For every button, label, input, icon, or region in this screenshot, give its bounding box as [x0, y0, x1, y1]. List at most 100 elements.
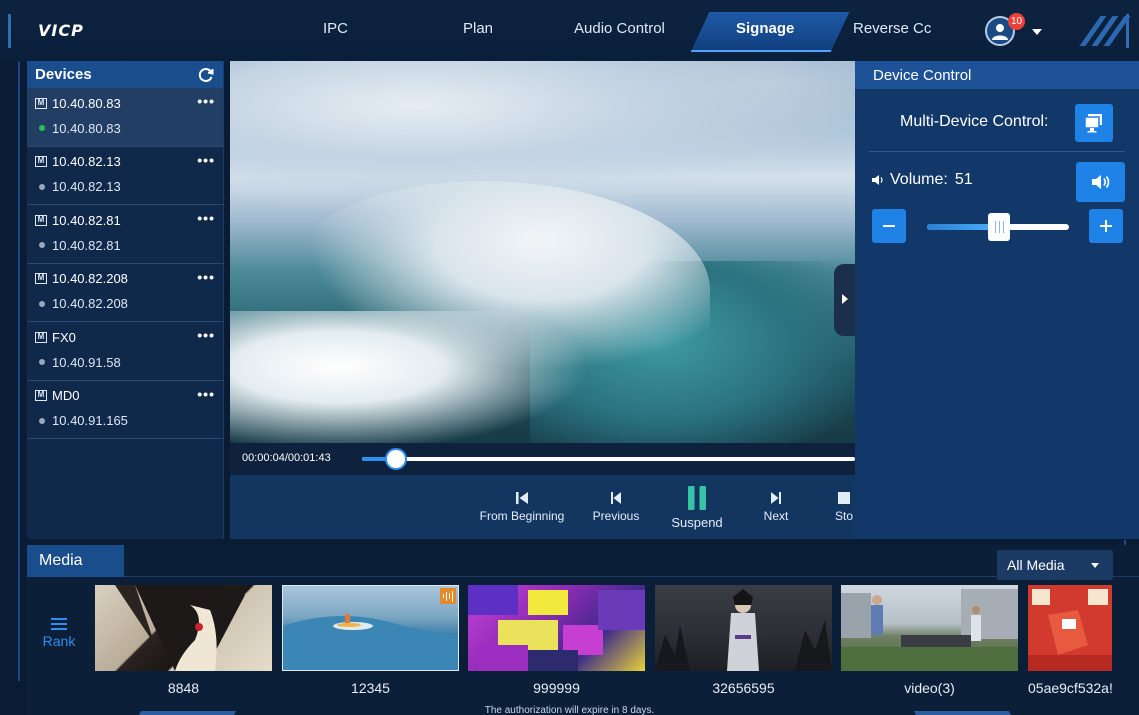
- audio-tag-icon: [440, 588, 456, 604]
- device-item[interactable]: M MD0 ••• 10.40.91.165: [27, 381, 223, 439]
- authorization-notice: The authorization will expire in 8 days.: [484, 705, 655, 715]
- devices-header: Devices: [27, 61, 223, 88]
- rank-button[interactable]: Rank: [39, 615, 79, 649]
- volume-value: 51: [954, 171, 973, 188]
- frame-edge-left: [18, 61, 20, 681]
- volume-label: Volume: 51: [871, 171, 973, 189]
- media-thumbnail-label: 8848: [167, 680, 200, 696]
- device-monitor-icon: M: [35, 156, 47, 167]
- stop-icon: [838, 492, 850, 504]
- device-item[interactable]: M 10.40.82.81 ••• 10.40.82.81: [27, 205, 223, 264]
- media-thumbnail-image: [841, 589, 1018, 671]
- more-options-icon[interactable]: •••: [197, 386, 215, 402]
- notification-badge: 10: [1008, 13, 1026, 30]
- devices-panel: Devices M 10.40.80.83 ••• 10.40.80.83 M 10…: [27, 61, 224, 539]
- next-button[interactable]: Next: [751, 475, 801, 523]
- device-item[interactable]: M 10.40.82.13 ••• 10.40.82.13: [27, 147, 223, 205]
- playback-time: 00:00:04/00:01:43: [242, 452, 331, 464]
- media-thumbnail-label: 05ae9cf532a!: [1028, 680, 1112, 696]
- device-monitor-icon: M: [35, 273, 47, 284]
- nav-tab-reverse-control[interactable]: Reverse Cc: [853, 20, 931, 37]
- media-thumbnail-label: video(3): [904, 680, 955, 696]
- topbar-edge-left: [8, 14, 11, 48]
- device-monitor-icon: M: [35, 331, 47, 343]
- device-name: 10.40.82.208: [52, 271, 128, 286]
- media-thumbnail-image: [1028, 585, 1112, 671]
- device-ip: 10.40.82.81: [52, 237, 121, 253]
- multi-device-button[interactable]: [1075, 104, 1113, 142]
- progress-track[interactable]: [362, 457, 855, 461]
- device-control-title: Device Control: [855, 61, 1139, 89]
- from-beginning-button[interactable]: From Beginning: [473, 475, 571, 523]
- media-thumbnail-label: 32656595: [712, 680, 775, 696]
- media-thumbnail-image: [283, 614, 458, 670]
- menu-icon: [39, 618, 79, 630]
- refresh-icon[interactable]: [197, 66, 215, 84]
- video-preview[interactable]: [230, 61, 855, 443]
- devices-title: Devices: [35, 66, 92, 83]
- device-name: 10.40.82.81: [52, 212, 121, 228]
- status-dot-offline: [39, 183, 45, 190]
- device-ip: 10.40.91.165: [52, 413, 128, 428]
- more-options-icon[interactable]: •••: [197, 269, 215, 285]
- multi-device-label: Multi-Device Control:: [900, 113, 1049, 130]
- device-item[interactable]: M 10.40.80.83 ••• 10.40.80.83: [27, 88, 223, 147]
- nav-tab-plan[interactable]: Plan: [463, 20, 493, 37]
- media-thumbnail[interactable]: [841, 585, 1018, 671]
- monitor-icon: [1084, 114, 1102, 133]
- mute-button[interactable]: [1076, 162, 1125, 202]
- media-thumbnail[interactable]: [95, 585, 272, 671]
- media-divider: [124, 576, 1139, 577]
- device-ip: 10.40.80.83: [52, 120, 121, 136]
- media-thumbnail-image: [655, 589, 832, 671]
- volume-slider-handle[interactable]: [988, 213, 1010, 241]
- rank-label: Rank: [42, 633, 76, 649]
- media-tab[interactable]: Media: [27, 545, 124, 577]
- media-thumbnail[interactable]: [468, 585, 645, 671]
- more-options-icon[interactable]: •••: [197, 327, 215, 343]
- volume-increase-button[interactable]: [1089, 209, 1123, 243]
- chevron-down-icon: [1091, 563, 1099, 568]
- device-name: MD0: [52, 388, 80, 403]
- status-dot-online: [39, 125, 45, 131]
- more-options-icon[interactable]: •••: [197, 210, 215, 226]
- nav-tab-signage[interactable]: Signage: [736, 20, 794, 37]
- more-options-icon[interactable]: •••: [197, 152, 215, 168]
- stop-label: Sto: [834, 509, 853, 523]
- suspend-button[interactable]: Suspend: [662, 475, 732, 530]
- status-dot-offline: [39, 359, 45, 365]
- panel-collapse-toggle[interactable]: [834, 264, 855, 336]
- nav-tab-audio-control[interactable]: Audio Control: [574, 20, 665, 37]
- next-label: Next: [763, 509, 789, 523]
- from-beginning-label: From Beginning: [479, 509, 565, 523]
- volume-icon: [1091, 175, 1109, 189]
- previous-label: Previous: [592, 509, 640, 523]
- device-ip: 10.40.91.58: [52, 354, 121, 370]
- skip-to-start-icon: [516, 492, 528, 504]
- device-item[interactable]: M FX0 ••• 10.40.91.58: [27, 322, 223, 381]
- nav-tab-ipc[interactable]: IPC: [323, 20, 348, 37]
- media-filter-select[interactable]: All Media: [997, 550, 1113, 580]
- stop-button[interactable]: Sto: [833, 475, 855, 523]
- volume-decrease-button[interactable]: [872, 209, 906, 243]
- status-dot-offline: [39, 242, 45, 248]
- device-control-panel: Device Control Multi-Device Control: Vol…: [855, 61, 1139, 539]
- media-thumbnail[interactable]: [1028, 585, 1112, 671]
- media-panel: Media All Media Rank 8848 12345 999999 3…: [27, 545, 1139, 715]
- more-options-icon[interactable]: •••: [197, 93, 215, 109]
- media-thumbnail[interactable]: [655, 585, 832, 671]
- chevron-down-icon[interactable]: [1032, 29, 1042, 35]
- media-thumbnail-label: 999999: [533, 680, 580, 696]
- device-item[interactable]: M 10.40.82.208 ••• 10.40.82.208: [27, 264, 223, 322]
- media-filter-value: All Media: [1007, 557, 1065, 573]
- chevron-right-icon: [842, 294, 848, 304]
- progress-knob[interactable]: [385, 448, 407, 470]
- media-thumbnail-image: [468, 585, 645, 671]
- user-avatar-icon: [992, 24, 1008, 40]
- media-thumbnail-selected[interactable]: [282, 585, 459, 671]
- speaker-icon: [872, 175, 883, 185]
- panel-divider: [869, 151, 1125, 152]
- top-bar: VICP IPC Plan Audio Control Signage Reve…: [0, 0, 1139, 62]
- previous-button[interactable]: Previous: [588, 475, 644, 523]
- pause-icon: [688, 486, 706, 510]
